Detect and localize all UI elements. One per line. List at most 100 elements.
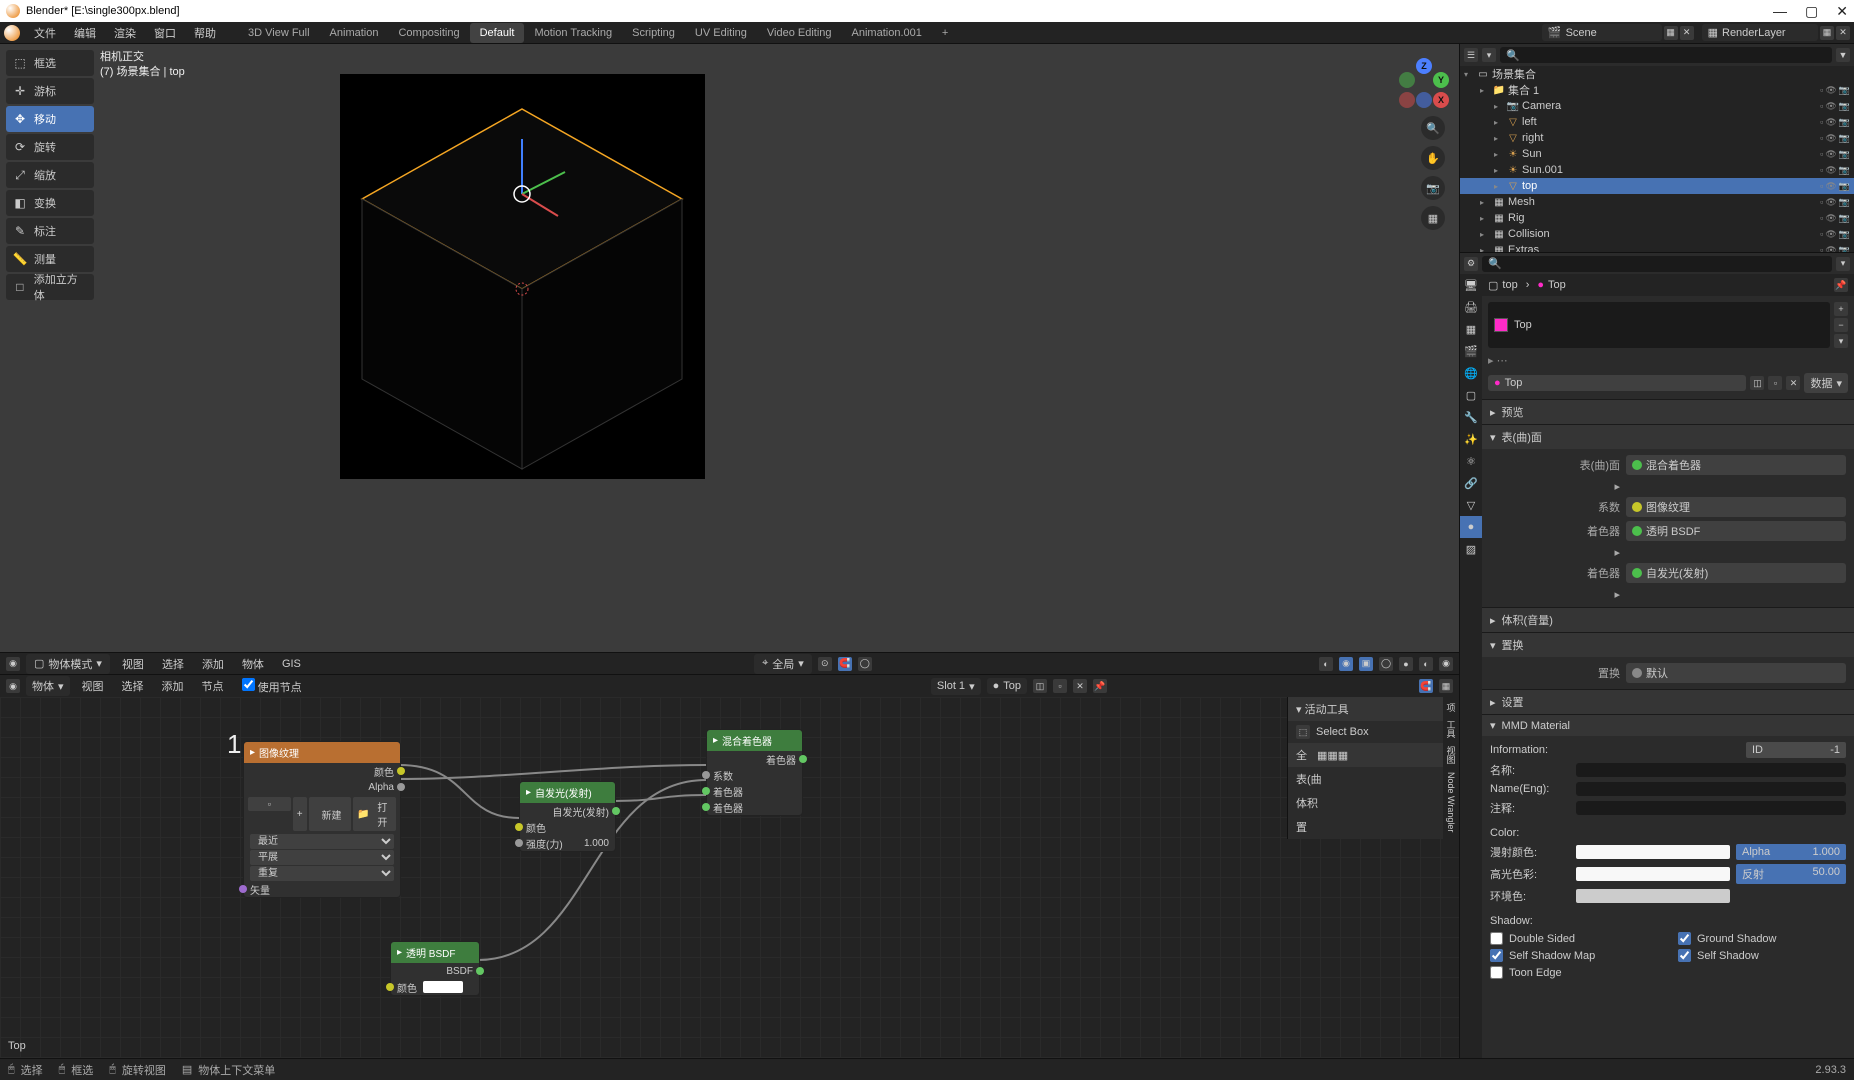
tool-变换[interactable]: ◧变换 bbox=[6, 190, 94, 216]
mat-unlink2-icon[interactable]: ✕ bbox=[1786, 376, 1800, 390]
ptab-output[interactable]: 🖨 bbox=[1460, 296, 1482, 318]
sidebar-tab-2[interactable]: 体积 bbox=[1288, 791, 1459, 815]
proportional-icon[interactable]: ◯ bbox=[858, 657, 872, 671]
outliner-filter-icon[interactable]: ▼ bbox=[1836, 48, 1850, 62]
vp-menu-select[interactable]: 选择 bbox=[156, 654, 190, 674]
interp-select[interactable]: 最近 bbox=[250, 834, 394, 849]
scene-new-icon[interactable]: ✕ bbox=[1680, 26, 1694, 40]
proj-select[interactable]: 平展 bbox=[250, 850, 394, 865]
ambient-color[interactable] bbox=[1576, 889, 1730, 903]
node-emission[interactable]: ▸ 自发光(发射) 自发光(发射) 颜色 强度(力)1.000 bbox=[519, 781, 616, 852]
menu-edit[interactable]: 编辑 bbox=[66, 22, 104, 44]
shading-wire-icon[interactable]: ◯ bbox=[1379, 657, 1393, 671]
tree-root[interactable]: ▾▭ 场景集合 bbox=[1460, 66, 1854, 82]
render-icon[interactable]: 📷 bbox=[1839, 181, 1850, 192]
ne-snap-icon[interactable]: 🧲 bbox=[1419, 679, 1433, 693]
use-nodes-checkbox[interactable]: 使用节点 bbox=[236, 676, 308, 697]
outliner-type-icon[interactable]: ☰ bbox=[1464, 48, 1478, 62]
visibility-icon[interactable]: 👁 bbox=[1825, 101, 1836, 112]
scene-input[interactable] bbox=[1566, 27, 1656, 39]
active-tool-panel-header[interactable]: ▾ 活动工具 bbox=[1288, 697, 1459, 721]
menu-window[interactable]: 窗口 bbox=[146, 22, 184, 44]
slot-menu-button[interactable]: ▾ bbox=[1834, 334, 1848, 348]
ne-overlay-icon[interactable]: ▦ bbox=[1439, 679, 1453, 693]
render-icon[interactable]: 📷 bbox=[1839, 149, 1850, 160]
shading-render-icon[interactable]: ◉ bbox=[1439, 657, 1453, 671]
visibility-icon[interactable]: 👁 bbox=[1825, 165, 1836, 176]
tool-游标[interactable]: ✛游标 bbox=[6, 78, 94, 104]
editor-type-icon[interactable]: ◉ bbox=[6, 657, 20, 671]
restrict-select-icon[interactable]: ▫ bbox=[1820, 197, 1823, 208]
maximize-icon[interactable]: ▢ bbox=[1805, 3, 1818, 20]
select-box-tool[interactable]: ⬚Select Box bbox=[1288, 721, 1459, 743]
mat-pin-icon[interactable]: 📌 bbox=[1093, 679, 1107, 693]
tool-移动[interactable]: ✥移动 bbox=[6, 106, 94, 132]
gizmo-toggle-icon[interactable]: ◐ bbox=[1319, 657, 1333, 671]
persp-button[interactable]: ▦ bbox=[1421, 206, 1445, 230]
vp-menu-view[interactable]: 视图 bbox=[116, 654, 150, 674]
panel-mmd[interactable]: ▾ MMD Material bbox=[1482, 715, 1854, 736]
render-icon[interactable]: 📷 bbox=[1839, 101, 1850, 112]
visibility-icon[interactable]: 👁 bbox=[1825, 85, 1836, 96]
tree-item-Collision[interactable]: ▸▦Collision▫👁📷 bbox=[1460, 226, 1854, 242]
restrict-select-icon[interactable]: ▫ bbox=[1820, 85, 1823, 96]
mat-new-icon[interactable]: ▫ bbox=[1053, 679, 1067, 693]
slot-remove-button[interactable]: − bbox=[1834, 318, 1848, 332]
minimize-icon[interactable]: — bbox=[1773, 3, 1787, 20]
pivot-icon[interactable]: ⊙ bbox=[818, 657, 832, 671]
tree-item-Camera[interactable]: ▸📷Camera▫👁📷 bbox=[1460, 98, 1854, 114]
xray-icon[interactable]: ▣ bbox=[1359, 657, 1373, 671]
ptab-viewlayer[interactable]: ▦ bbox=[1460, 318, 1482, 340]
ne-menu-node[interactable]: 节点 bbox=[196, 676, 230, 696]
restrict-select-icon[interactable]: ▫ bbox=[1820, 101, 1823, 112]
ptab-particle[interactable]: ✨ bbox=[1460, 428, 1482, 450]
tab-video[interactable]: Video Editing bbox=[757, 23, 842, 43]
render-icon[interactable]: 📷 bbox=[1839, 165, 1850, 176]
restrict-select-icon[interactable]: ▫ bbox=[1820, 229, 1823, 240]
visibility-icon[interactable]: 👁 bbox=[1825, 213, 1836, 224]
check-self-shadow[interactable]: Self Shadow bbox=[1678, 947, 1846, 964]
viewlayer-input[interactable] bbox=[1722, 27, 1812, 39]
add-workspace-button[interactable]: + bbox=[932, 23, 958, 43]
panel-volume[interactable]: ▸ 体积(音量) bbox=[1482, 608, 1854, 632]
ptab-physics[interactable]: ⚛ bbox=[1460, 450, 1482, 472]
outliner-search[interactable]: 🔍 bbox=[1500, 47, 1832, 63]
node-canvas[interactable]: 1 2 ▸ 图像纹理 颜色 Alpha ▫ + bbox=[0, 697, 1459, 1058]
tab-nw[interactable]: Node Wrangler bbox=[1446, 772, 1456, 832]
tab-uv[interactable]: UV Editing bbox=[685, 23, 757, 43]
tool-标注[interactable]: ✎标注 bbox=[6, 218, 94, 244]
mmd-name-field[interactable] bbox=[1576, 763, 1846, 777]
render-icon[interactable]: 📷 bbox=[1839, 85, 1850, 96]
tool-旋转[interactable]: ⟳旋转 bbox=[6, 134, 94, 160]
tab-item[interactable]: 项 bbox=[1445, 703, 1458, 712]
axis-x-icon[interactable]: X bbox=[1433, 92, 1449, 108]
check-toon-edge[interactable]: Toon Edge bbox=[1490, 964, 1658, 981]
props-search[interactable]: 🔍 bbox=[1482, 256, 1832, 272]
overlay-toggle-icon[interactable]: ◉ bbox=[1339, 657, 1353, 671]
props-type-icon[interactable]: ⚙ bbox=[1464, 257, 1478, 271]
visibility-icon[interactable]: 👁 bbox=[1825, 149, 1836, 160]
node-sidebar-tabs[interactable]: 项 工具 视图 Node Wrangler bbox=[1443, 697, 1459, 839]
tree-item-top[interactable]: ▸▽top▫👁📷 bbox=[1460, 178, 1854, 194]
pin-icon[interactable]: 📌 bbox=[1834, 278, 1848, 292]
panel-displacement[interactable]: ▾ 置换 bbox=[1482, 633, 1854, 657]
menu-file[interactable]: 文件 bbox=[26, 22, 64, 44]
layer-new-icon[interactable]: ▦ bbox=[1820, 26, 1834, 40]
panel-settings[interactable]: ▸ 设置 bbox=[1482, 690, 1854, 714]
tool-缩放[interactable]: ⤢缩放 bbox=[6, 162, 94, 188]
ne-menu-add[interactable]: 添加 bbox=[156, 676, 190, 696]
render-icon[interactable]: 📷 bbox=[1839, 213, 1850, 224]
node-editor-type-icon[interactable]: ◉ bbox=[6, 679, 20, 693]
visibility-icon[interactable]: 👁 bbox=[1825, 197, 1836, 208]
tool-测量[interactable]: 📏测量 bbox=[6, 246, 94, 272]
tab-3dview[interactable]: 3D View Full bbox=[238, 23, 320, 43]
render-icon[interactable]: 📷 bbox=[1839, 245, 1850, 253]
node-mix-shader[interactable]: ▸ 混合着色器 着色器 系数 着色器 着色器 bbox=[706, 729, 803, 816]
fac-field[interactable]: 图像纹理 bbox=[1626, 497, 1846, 517]
tab-compositing[interactable]: Compositing bbox=[388, 23, 469, 43]
viewlayer-field[interactable]: ▦ bbox=[1702, 24, 1818, 41]
tool-添加立方体[interactable]: □添加立方体 bbox=[6, 274, 94, 300]
mmd-id-field[interactable]: ID-1 bbox=[1746, 742, 1846, 758]
ptab-scene[interactable]: 🎬 bbox=[1460, 340, 1482, 362]
node-shader-type[interactable]: 物体▾ bbox=[26, 676, 70, 696]
